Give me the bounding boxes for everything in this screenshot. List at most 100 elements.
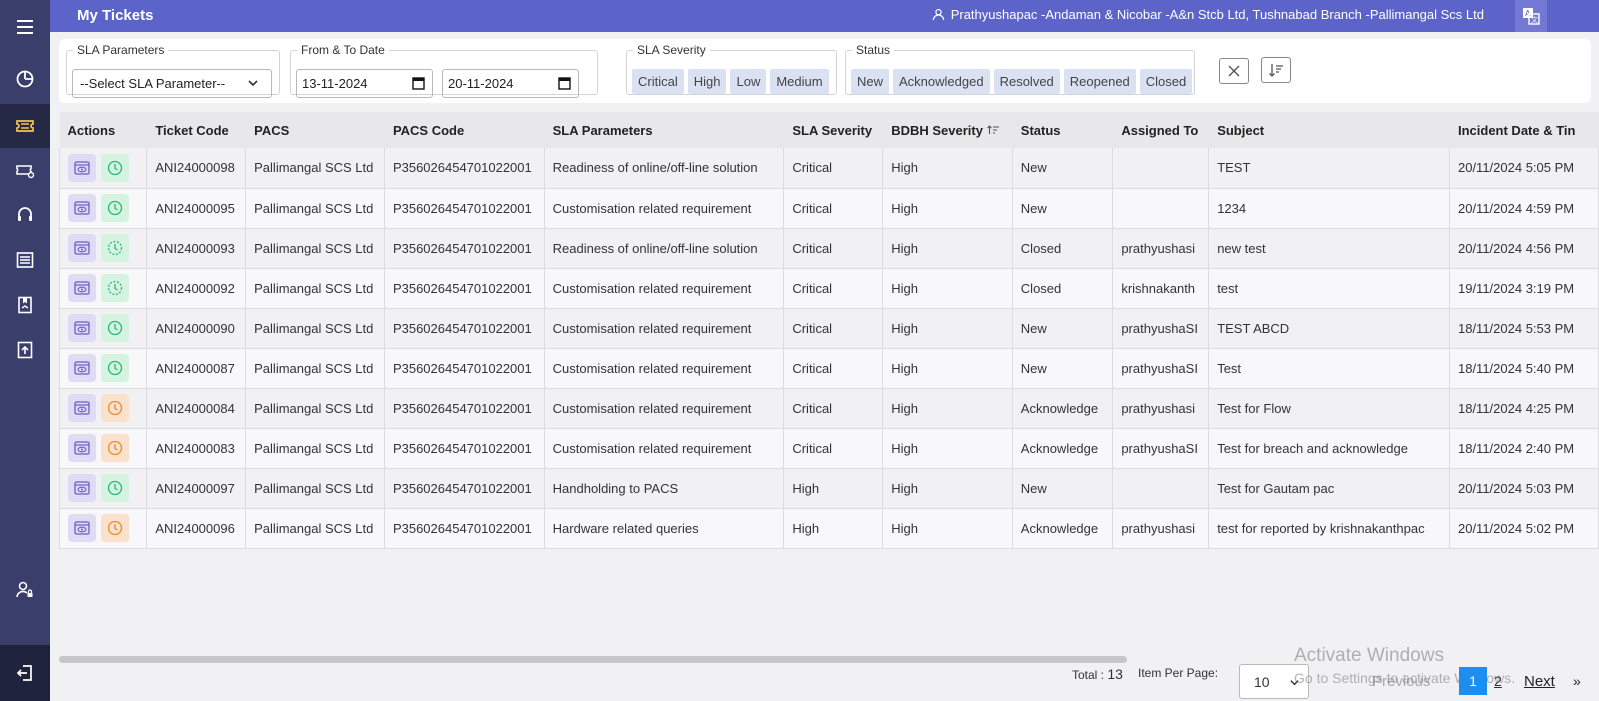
sla-timer-button[interactable]	[101, 434, 129, 462]
cell-actions	[59, 148, 148, 189]
clock-icon	[107, 520, 123, 536]
view-ticket-button[interactable]	[68, 514, 96, 542]
menu-button[interactable]	[0, 5, 50, 49]
sidebar-item-upload[interactable]	[0, 328, 50, 372]
column-header-status[interactable]: Status	[1012, 112, 1114, 148]
view-ticket-button[interactable]	[68, 354, 96, 382]
sla-timer-button[interactable]	[101, 234, 129, 262]
column-header-subject[interactable]: Subject	[1208, 112, 1450, 148]
table-row[interactable]: ANI24000092 Pallimangal SCS Ltd P356026454…	[59, 268, 1599, 309]
status-chip-acknowledged[interactable]: Acknowledged	[893, 69, 990, 94]
sla-timer-button[interactable]	[101, 274, 129, 302]
column-header-bdbh-severity[interactable]: BDBH Severity	[882, 112, 1013, 148]
sla-timer-button[interactable]	[101, 153, 129, 182]
column-header-pacs[interactable]: PACS	[245, 112, 385, 148]
sort-button[interactable]	[1261, 57, 1291, 83]
report-icon	[18, 296, 32, 314]
sla-timer-button[interactable]	[101, 314, 129, 342]
severity-chip-low[interactable]: Low	[730, 69, 767, 94]
column-header-pacs-code[interactable]: PACS Code	[384, 112, 545, 148]
page-button-1[interactable]: 1	[1459, 667, 1487, 695]
table-row[interactable]: ANI24000093 Pallimangal SCS Ltd P356026454…	[59, 228, 1599, 269]
cell-pacs: Pallimangal SCS Ltd	[245, 348, 385, 389]
from-date-value: 13-11-2024	[302, 76, 368, 91]
view-ticket-button[interactable]	[68, 153, 96, 182]
horizontal-scrollbar[interactable]	[59, 656, 1127, 663]
items-per-page-value: 10	[1254, 674, 1270, 690]
tickets-table: Actions Ticket Code PACS PACS Code SLA P…	[59, 112, 1599, 549]
tickets-table-container[interactable]: Actions Ticket Code PACS PACS Code SLA P…	[59, 112, 1599, 652]
logout-icon	[16, 665, 32, 681]
table-row[interactable]: ANI24000084 Pallimangal SCS Ltd P356026454…	[59, 388, 1599, 429]
sla-timer-button[interactable]	[101, 474, 129, 502]
sla-parameter-select[interactable]: --Select SLA Parameter--	[72, 69, 272, 98]
view-ticket-button[interactable]	[68, 314, 96, 342]
sidebar-item-support[interactable]	[0, 193, 50, 237]
column-header-sla-severity[interactable]: SLA Severity	[783, 112, 884, 148]
sidebar-item-ticket-settings[interactable]	[0, 148, 50, 192]
sidebar-item-reports[interactable]	[0, 283, 50, 327]
status-chip-reopened[interactable]: Reopened	[1063, 69, 1136, 94]
column-header-incident-date[interactable]: Incident Date & Tin	[1449, 112, 1599, 148]
table-row[interactable]: ANI24000095 Pallimangal SCS Ltd P356026454…	[59, 188, 1599, 229]
sidebar-item-user-settings[interactable]	[0, 568, 50, 612]
severity-chip-medium[interactable]: Medium	[770, 69, 829, 94]
view-ticket-button[interactable]	[68, 274, 96, 302]
sla-timer-button[interactable]	[101, 514, 129, 542]
cell-subject: Test for Gautam pac	[1208, 468, 1450, 509]
user-lock-icon	[16, 581, 33, 598]
clear-filters-button[interactable]	[1219, 58, 1249, 84]
severity-chip-critical[interactable]: Critical	[632, 69, 684, 94]
sla-timer-button[interactable]	[101, 354, 129, 382]
status-chip-new[interactable]: New	[851, 69, 890, 94]
language-button[interactable]: A文	[1515, 0, 1547, 32]
sidebar-item-dashboard[interactable]	[0, 57, 50, 101]
logout-button[interactable]	[0, 645, 50, 701]
cell-assigned-to	[1112, 148, 1210, 189]
column-header-assigned-to[interactable]: Assigned To	[1112, 112, 1210, 148]
severity-chip-high[interactable]: High	[687, 69, 727, 94]
page-button-2[interactable]: 2	[1494, 673, 1502, 689]
sidebar-item-my-tickets[interactable]	[0, 104, 50, 148]
cell-incident-date: 18/11/2024 4:25 PM	[1448, 388, 1599, 429]
sla-timer-button[interactable]	[101, 394, 129, 422]
status-chip-resolved[interactable]: Resolved	[993, 69, 1060, 94]
view-ticket-button[interactable]	[68, 474, 96, 502]
cell-pacs: Pallimangal SCS Ltd	[245, 428, 385, 469]
user-info[interactable]: Prathyushapac -Andaman & Nicobar -A&n St…	[932, 7, 1484, 22]
clock-icon	[107, 480, 123, 496]
cell-actions	[59, 468, 148, 509]
table-row[interactable]: ANI24000098 Pallimangal SCS Ltd P356026454…	[59, 148, 1599, 189]
cell-pacs-code: P356026454701022001	[383, 428, 545, 469]
from-date-input[interactable]: 13-11-2024	[296, 69, 433, 98]
cell-subject: TEST	[1208, 148, 1450, 189]
cell-pacs-code: P356026454701022001	[383, 388, 545, 429]
ticket-icon	[16, 120, 34, 132]
to-date-input[interactable]: 20-11-2024	[442, 69, 579, 98]
translate-icon: A文	[1523, 8, 1540, 25]
cell-bdbh-severity: High	[882, 468, 1013, 509]
cell-bdbh-severity: High	[882, 148, 1013, 189]
column-header-ticket-code[interactable]: Ticket Code	[146, 112, 247, 148]
table-row[interactable]: ANI24000097 Pallimangal SCS Ltd P356026454…	[59, 468, 1599, 509]
clock-icon	[107, 360, 123, 376]
page-title: My Tickets	[77, 7, 154, 24]
cell-pacs-code: P356026454701022001	[383, 508, 545, 549]
next-page-button[interactable]: Next	[1524, 673, 1555, 690]
view-ticket-button[interactable]	[68, 434, 96, 462]
cell-status: New	[1011, 188, 1114, 229]
table-row[interactable]: ANI24000096 Pallimangal SCS Ltd P356026454…	[59, 508, 1599, 549]
sidebar-item-list[interactable]	[0, 238, 50, 282]
status-chip-closed[interactable]: Closed	[1139, 69, 1193, 94]
view-ticket-button[interactable]	[68, 194, 96, 222]
view-ticket-button[interactable]	[68, 234, 96, 262]
last-page-button[interactable]: »	[1573, 673, 1581, 689]
sla-timer-button[interactable]	[101, 194, 129, 222]
table-row[interactable]: ANI24000090 Pallimangal SCS Ltd P356026454…	[59, 308, 1599, 349]
cell-assigned-to: prathyushasi	[1112, 508, 1210, 549]
table-row[interactable]: ANI24000087 Pallimangal SCS Ltd P356026454…	[59, 348, 1599, 389]
clock-icon	[107, 280, 123, 296]
column-header-sla-parameters[interactable]: SLA Parameters	[544, 112, 785, 148]
view-ticket-button[interactable]	[68, 394, 96, 422]
table-row[interactable]: ANI24000083 Pallimangal SCS Ltd P356026454…	[59, 428, 1599, 469]
